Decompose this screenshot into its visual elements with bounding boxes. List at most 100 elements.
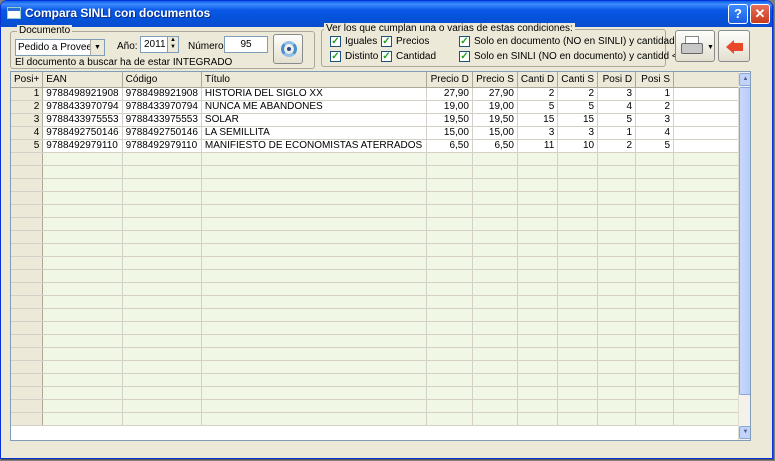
table-cell[interactable]: 9788492750146 [122, 126, 202, 140]
table-cell[interactable]: 27,90 [426, 87, 473, 101]
table-cell[interactable]: 2 [597, 139, 637, 153]
col-header-canti-d[interactable]: Canti D [517, 72, 559, 88]
table-cell[interactable]: 3 [517, 126, 559, 140]
empty-row [11, 360, 747, 374]
empty-cell [517, 217, 559, 231]
col-header-posi-s[interactable]: Posi S [635, 72, 675, 88]
table-cell[interactable]: 19,50 [426, 113, 473, 127]
row-header-cell[interactable]: 3 [11, 113, 44, 127]
table-cell[interactable]: 9788498921908 [122, 87, 202, 101]
table-cell[interactable]: 3 [635, 113, 675, 127]
table-cell[interactable]: 5 [557, 100, 599, 114]
empty-cell [122, 165, 202, 179]
table-cell[interactable]: 1 [597, 126, 637, 140]
table-cell[interactable]: 3 [557, 126, 599, 140]
row-header-cell[interactable]: 5 [11, 139, 44, 153]
close-button[interactable]: ✕ [750, 4, 770, 24]
print-button[interactable]: ▼ [675, 30, 715, 62]
table-cell[interactable]: MANIFIESTO DE ECONOMISTAS ATERRADOS [201, 139, 427, 153]
empty-cell [557, 334, 599, 348]
scroll-thumb[interactable] [739, 87, 750, 395]
table-cell[interactable]: HISTORIA DEL SIGLO XX [201, 87, 427, 101]
solo-documento-checkbox[interactable]: ✓ Solo en documento (NO en SINLI) y cant… [459, 36, 697, 47]
solo-sinli-checkbox[interactable]: ✓ Solo en SINLI (NO en documento) y cant… [459, 51, 692, 62]
iguales-checkbox[interactable]: ✓ Iguales [330, 36, 377, 47]
col-header-titulo[interactable]: Título [201, 72, 427, 88]
table-cell[interactable]: 15,00 [472, 126, 518, 140]
table-cell[interactable]: 19,50 [472, 113, 518, 127]
empty-cell [201, 308, 427, 322]
empty-cell [673, 178, 747, 192]
table-cell[interactable]: 1 [635, 87, 675, 101]
table-cell[interactable]: 9788433975553 [122, 113, 202, 127]
col-header-codigo[interactable]: Código [122, 72, 202, 88]
table-cell[interactable]: 10 [557, 139, 599, 153]
table-row[interactable]: 3 9788433975553 9788433975553 SOLAR 19,50 19,… [11, 113, 747, 127]
empty-cell [635, 243, 675, 257]
col-header-posi[interactable]: Posi+ [11, 72, 44, 88]
chevron-down-icon[interactable]: ▼ [90, 40, 104, 55]
col-header-precio-s[interactable]: Precio S [472, 72, 518, 88]
table-cell[interactable]: 19,00 [472, 100, 518, 114]
number-field[interactable]: 95 [224, 36, 268, 53]
table-row[interactable]: 2 9788433970794 9788433970794 NUNCA ME ABAN… [11, 100, 747, 114]
help-button[interactable]: ? [728, 4, 748, 24]
row-header-cell[interactable]: 1 [11, 87, 44, 101]
distinto-checkbox[interactable]: ✓ Distinto [330, 51, 378, 62]
table-cell[interactable]: 6,50 [472, 139, 518, 153]
cantidad-checkbox[interactable]: ✓ Cantidad [381, 51, 436, 62]
table-cell[interactable]: SOLAR [201, 113, 427, 127]
table-cell[interactable]: 5 [597, 113, 637, 127]
col-header-canti-s[interactable]: Canti S [557, 72, 599, 88]
table-cell[interactable]: 15 [557, 113, 599, 127]
table-cell[interactable]: 11 [517, 139, 559, 153]
comparison-grid[interactable]: Posi+ EAN Código Título Precio D Precio … [10, 71, 751, 441]
table-cell[interactable]: 2 [635, 100, 675, 114]
table-cell[interactable]: 9788433970794 [122, 100, 202, 114]
search-document-button[interactable] [273, 34, 303, 64]
table-row[interactable]: 4 9788492750146 9788492750146 LA SEMILLITA 1… [11, 126, 747, 140]
chevron-down-icon[interactable]: ▼ [707, 44, 714, 51]
table-cell[interactable]: 15 [517, 113, 559, 127]
table-cell[interactable]: 9788498921908 [42, 87, 123, 101]
table-cell[interactable]: 3 [597, 87, 637, 101]
row-header-cell[interactable]: 4 [11, 126, 44, 140]
col-header-precio-d[interactable]: Precio D [426, 72, 473, 88]
year-field[interactable]: 2011 [140, 36, 168, 53]
table-cell[interactable]: 19,00 [426, 100, 473, 114]
vertical-scrollbar[interactable]: ▲ ▼ [738, 72, 750, 440]
exit-button[interactable] [718, 30, 750, 62]
table-cell[interactable]: 6,50 [426, 139, 473, 153]
empty-cell [472, 347, 518, 361]
table-cell[interactable]: 9788492750146 [42, 126, 123, 140]
table-row[interactable]: 5 9788492979110 9788492979110 MANIFIESTO DE… [11, 139, 747, 153]
empty-cell [472, 204, 518, 218]
precios-checkbox[interactable]: ✓ Precios [381, 36, 429, 47]
table-cell[interactable]: 5 [635, 139, 675, 153]
row-header-cell[interactable]: 2 [11, 100, 44, 114]
col-header-posi-d[interactable]: Posi D [597, 72, 637, 88]
table-cell[interactable]: 2 [557, 87, 599, 101]
table-cell[interactable]: 27,90 [472, 87, 518, 101]
table-cell[interactable]: 9788433975553 [42, 113, 123, 127]
table-cell[interactable]: 15,00 [426, 126, 473, 140]
col-header-ean[interactable]: EAN [42, 72, 123, 88]
empty-cell [635, 308, 675, 322]
year-stepper[interactable]: ▲ ▼ [167, 36, 179, 53]
table-cell[interactable]: 9788492979110 [122, 139, 202, 153]
document-type-select[interactable]: Pedido a Proveedor ▼ [15, 39, 105, 56]
table-cell[interactable]: 4 [597, 100, 637, 114]
empty-cell [597, 230, 637, 244]
table-row[interactable]: 1 9788498921908 9788498921908 HISTORIA DEL … [11, 87, 747, 101]
table-cell[interactable]: 2 [517, 87, 559, 101]
scroll-up-icon[interactable]: ▲ [739, 73, 750, 86]
table-cell[interactable]: 9788492979110 [42, 139, 123, 153]
empty-cell [557, 217, 599, 231]
table-cell[interactable]: 5 [517, 100, 559, 114]
empty-cell [11, 334, 44, 348]
table-cell[interactable]: LA SEMILLITA [201, 126, 427, 140]
table-cell[interactable]: NUNCA ME ABANDONES [201, 100, 427, 114]
table-cell[interactable]: 4 [635, 126, 675, 140]
table-cell[interactable]: 9788433970794 [42, 100, 123, 114]
scroll-down-icon[interactable]: ▼ [739, 426, 750, 439]
